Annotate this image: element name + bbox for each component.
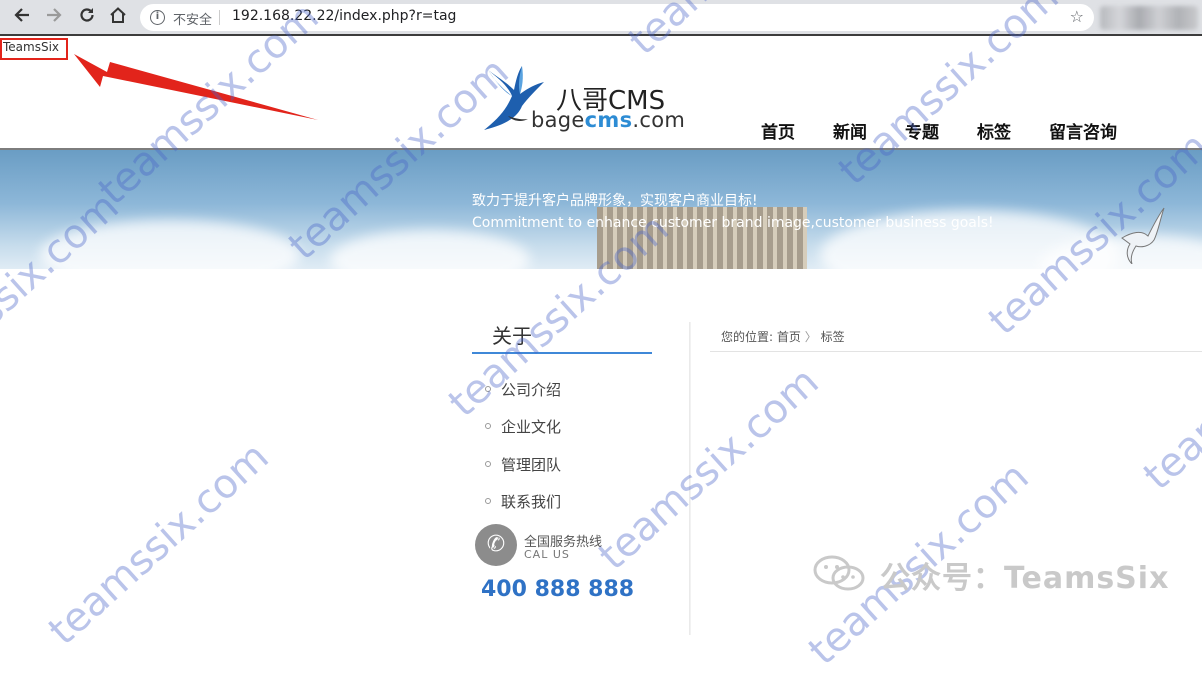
breadcrumb-separator: 〉 — [804, 330, 817, 344]
bullet-icon — [485, 497, 491, 504]
column-divider — [689, 322, 691, 635]
breadcrumb-underline — [710, 351, 1202, 352]
breadcrumb-home-link[interactable]: 首页 — [777, 330, 801, 344]
bullet-icon — [485, 385, 491, 392]
nav-item-news[interactable]: 新闻 — [833, 118, 867, 143]
logo-domain-suffix: .com — [632, 108, 686, 132]
banner-slogan-cn: 致力于提升客户品牌形象，实现客户商业目标! — [472, 193, 758, 209]
blurred-extensions — [1100, 6, 1198, 30]
breadcrumb-prefix: 您的位置: — [721, 330, 774, 344]
bullet-icon — [485, 460, 491, 467]
sidebar-item-label: 联系我们 — [501, 493, 562, 511]
wechat-icon — [813, 555, 865, 591]
breadcrumb: 您的位置: 首页 〉 标签 — [721, 328, 845, 345]
sidebar-item-culture[interactable]: 企业文化 — [485, 416, 561, 437]
sidebar-title-underline — [472, 352, 652, 354]
logo-domain: bagecms.com — [531, 108, 685, 132]
nav-item-message[interactable]: 留言咨询 — [1049, 118, 1117, 143]
star-icon[interactable]: ☆ — [1070, 7, 1084, 26]
logo-domain-highlight: cms — [584, 108, 633, 132]
red-arrow-annotation — [74, 54, 318, 120]
sidebar-item-label: 企业文化 — [501, 418, 562, 436]
seagull-image — [1121, 207, 1165, 264]
watermark-text: teamssix.com — [1135, 278, 1202, 500]
nav-item-tags[interactable]: 标签 — [977, 118, 1011, 143]
breadcrumb-current: 标签 — [820, 330, 845, 344]
sidebar-item-company-intro[interactable]: 公司介绍 — [485, 379, 561, 400]
sidebar-item-label: 公司介绍 — [501, 381, 562, 399]
watermark-text: teamssix.com — [590, 358, 828, 580]
bullet-icon — [485, 422, 491, 429]
phone-icon: ✆ — [475, 524, 517, 566]
hotline-label-en: CAL US — [524, 548, 570, 561]
nav-item-home[interactable]: 首页 — [761, 118, 795, 143]
sidebar-item-team[interactable]: 管理团队 — [485, 454, 561, 475]
hotline-number: 400 888 888 — [481, 577, 635, 602]
nav-item-topics[interactable]: 专题 — [905, 118, 939, 143]
sidebar-item-contact[interactable]: 联系我们 — [485, 491, 561, 512]
sidebar-title: 关于 — [492, 324, 532, 348]
logo-domain-prefix: bage — [531, 108, 585, 132]
wechat-watermark-text: 公众号：TeamsSix — [880, 561, 1170, 596]
banner-slogan-en: Commitment to enhance customer brand ima… — [472, 215, 994, 231]
watermark-text: teamssix.com — [40, 433, 278, 655]
sidebar-item-label: 管理团队 — [501, 456, 562, 474]
